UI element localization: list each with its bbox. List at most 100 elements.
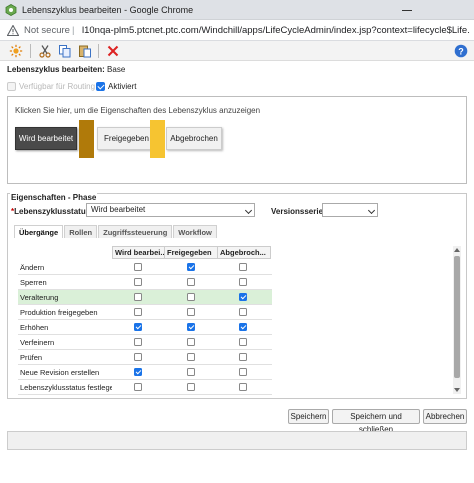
address-separator: |	[72, 25, 75, 36]
transition-checkbox[interactable]	[134, 263, 142, 271]
transition-checkbox[interactable]	[187, 278, 195, 286]
phase-connector	[79, 120, 94, 158]
transition-checkbox[interactable]	[187, 323, 195, 331]
address-bar[interactable]: Not secure | l10nqa-plm5.ptcnet.ptc.com/…	[0, 20, 474, 41]
chevron-down-icon	[244, 206, 253, 215]
grid-scrollbar[interactable]	[453, 246, 461, 394]
version-series-select[interactable]	[322, 203, 378, 217]
transition-checkbox[interactable]	[239, 278, 247, 286]
table-row: Erhöhen	[18, 320, 272, 335]
scrollbar-thumb[interactable]	[454, 256, 460, 378]
table-row: Produktion freigegeben	[18, 305, 272, 320]
transition-checkbox[interactable]	[187, 368, 195, 376]
table-row: Veralterung	[18, 290, 272, 305]
active-checkbox[interactable]: Aktiviert	[96, 80, 136, 92]
table-row: Neue Revision erstellen	[18, 365, 272, 380]
transition-checkbox[interactable]	[134, 323, 142, 331]
phase-abgebrochen[interactable]: Abgebrochen	[166, 127, 222, 150]
transition-checkbox[interactable]	[239, 293, 247, 301]
grid-header: Wird bearbei... Freigegeben Abgebroch...	[112, 246, 271, 259]
phase-wird-bearbeitet[interactable]: Wird bearbeitet	[15, 127, 77, 150]
row-label: Ändern	[20, 263, 45, 272]
transition-checkbox[interactable]	[239, 308, 247, 316]
transition-checkbox[interactable]	[134, 368, 142, 376]
transition-checkbox[interactable]	[187, 383, 195, 391]
row-label: Erhöhen	[20, 323, 49, 332]
phase-freigegeben[interactable]: Freigegeben	[97, 127, 156, 150]
transition-checkbox[interactable]	[134, 308, 142, 316]
row-label: Produktion freigegeben	[20, 308, 98, 317]
window-title: Lebenszyklus bearbeiten - Google Chrome	[22, 5, 194, 15]
tab-uebergaenge[interactable]: Übergänge	[14, 225, 64, 238]
scroll-up-icon[interactable]	[454, 248, 460, 252]
table-row: Sperren	[18, 275, 272, 290]
transition-checkbox[interactable]	[239, 338, 247, 346]
row-label: Veralterung	[20, 293, 59, 302]
transition-checkbox[interactable]	[134, 383, 142, 391]
transition-checkbox[interactable]	[134, 293, 142, 301]
header-label: Lebenszyklus bearbeiten:	[7, 65, 105, 74]
cut-icon[interactable]	[38, 44, 52, 58]
url-text[interactable]: l10nqa-plm5.ptcnet.ptc.com/Windchill/app…	[82, 25, 470, 36]
minimize-button[interactable]	[400, 3, 414, 17]
lifecycle-name: Base	[107, 65, 126, 74]
cancel-button[interactable]: Abbrechen	[423, 409, 467, 424]
table-row: Prüfen	[18, 350, 272, 365]
warning-icon	[7, 25, 19, 36]
transition-checkbox[interactable]	[239, 323, 247, 331]
copy-icon[interactable]	[58, 44, 72, 58]
transition-checkbox[interactable]	[134, 278, 142, 286]
scroll-down-icon[interactable]	[454, 388, 460, 392]
active-checkbox-box[interactable]	[96, 81, 105, 91]
routing-checkbox-box	[7, 81, 16, 91]
transition-checkbox[interactable]	[187, 308, 195, 316]
status-bar	[7, 431, 467, 450]
phase-properties-legend: Eigenschaften - Phase	[10, 193, 98, 202]
table-row: Lebenszyklusstatus festlegen	[18, 380, 272, 395]
svg-text:?: ?	[458, 46, 464, 56]
paste-icon[interactable]	[78, 44, 92, 58]
grid-column-header[interactable]: Freigegeben	[165, 246, 218, 259]
row-label: Verfeinern	[20, 338, 55, 347]
help-icon[interactable]: ?	[454, 44, 468, 58]
toolbar-separator	[30, 44, 31, 58]
routing-checkbox: Verfügbar für Routing	[7, 80, 95, 92]
window-titlebar: Lebenszyklus bearbeiten - Google Chrome	[0, 0, 474, 20]
phase-tabs: Übergänge Rollen Zugriffssteuerung Workf…	[14, 225, 218, 238]
transition-checkbox[interactable]	[187, 293, 195, 301]
status-label: *Lebenszyklusstatus:	[11, 207, 93, 216]
transition-checkbox[interactable]	[187, 338, 195, 346]
save-close-button[interactable]: Speichern und schließen	[332, 409, 420, 434]
transition-checkbox[interactable]	[239, 263, 247, 271]
chevron-down-icon	[367, 206, 376, 215]
active-label: Aktiviert	[108, 81, 137, 91]
transition-checkbox[interactable]	[187, 353, 195, 361]
security-status[interactable]: Not secure	[24, 25, 70, 36]
transition-checkbox[interactable]	[134, 353, 142, 361]
save-button[interactable]: Speichern	[288, 409, 329, 424]
sun-icon[interactable]	[9, 44, 23, 58]
transition-checkbox[interactable]	[239, 368, 247, 376]
lifecycle-hint[interactable]: Klicken Sie hier, um die Eigenschaften d…	[15, 106, 260, 115]
tab-rollen[interactable]: Rollen	[64, 225, 98, 238]
phase-connector	[150, 120, 165, 158]
transition-checkbox[interactable]	[239, 353, 247, 361]
toolbar-separator	[98, 44, 99, 58]
table-row: Ändern	[18, 260, 272, 275]
grid-column-header[interactable]: Wird bearbei...	[112, 246, 165, 259]
tab-workflow[interactable]: Workflow	[173, 225, 217, 238]
status-label-text: Lebenszyklusstatus:	[14, 207, 93, 216]
status-select[interactable]: Wird bearbeitet	[86, 203, 255, 217]
delete-icon[interactable]	[106, 44, 120, 58]
app-toolbar: ?	[0, 41, 474, 61]
row-label: Sperren	[20, 278, 47, 287]
row-label: Prüfen	[20, 353, 43, 362]
status-select-value: Wird bearbeitet	[91, 205, 146, 214]
transition-checkbox[interactable]	[239, 383, 247, 391]
transition-checkbox[interactable]	[134, 338, 142, 346]
transition-checkbox[interactable]	[187, 263, 195, 271]
lifecycle-diagram-panel[interactable]: Klicken Sie hier, um die Eigenschaften d…	[7, 96, 467, 184]
tab-zugriffssteuerung[interactable]: Zugriffssteuerung	[98, 225, 173, 238]
routing-label: Verfügbar für Routing	[19, 81, 96, 91]
grid-column-header[interactable]: Abgebroch...	[218, 246, 271, 259]
